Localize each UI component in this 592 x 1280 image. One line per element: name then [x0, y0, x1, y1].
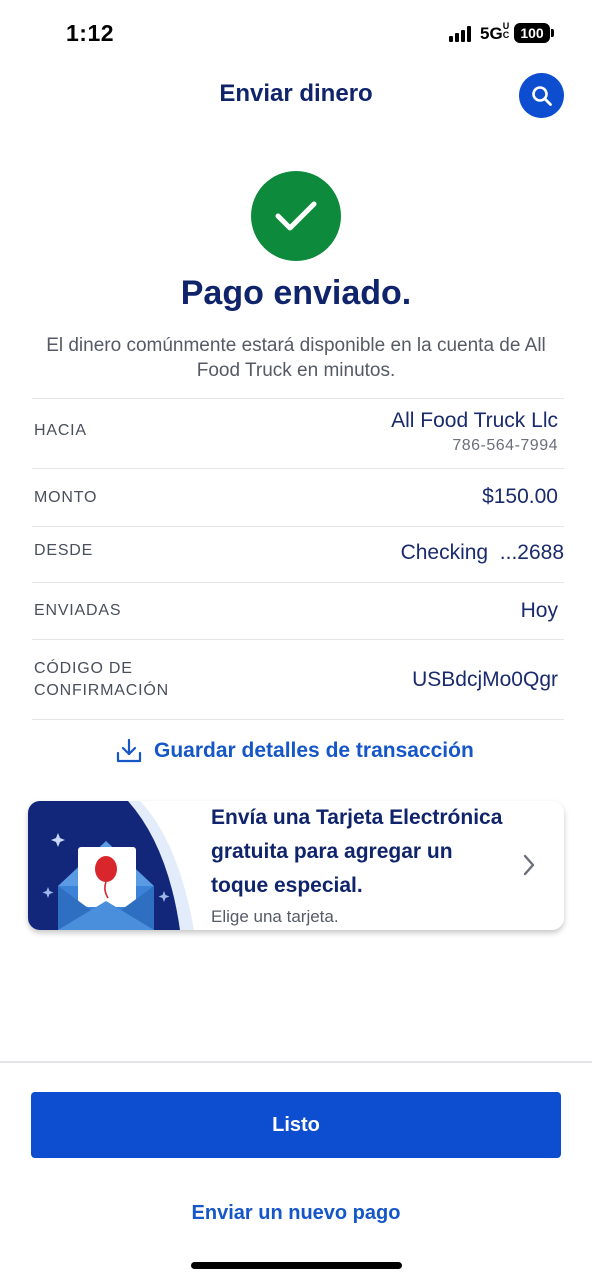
search-button[interactable]	[519, 73, 564, 118]
confirmation-label: CÓDIGO DE CONFIRMACIÓN	[34, 660, 169, 699]
amount-label: MONTO	[34, 489, 98, 506]
footer-divider	[0, 1061, 592, 1063]
status-bar: 1:12 5GUC 100	[0, 0, 592, 66]
detail-row-confirmation: CÓDIGO DE CONFIRMACIÓN USBdcjMo0Qgr	[32, 639, 564, 720]
from-value: Checking ...2688	[400, 541, 564, 564]
amount-value: $150.00	[482, 485, 558, 508]
detail-row-from: DESDE Checking ...2688	[32, 526, 564, 582]
sent-label: ENVIADAS	[34, 602, 122, 619]
new-payment-link[interactable]: Enviar un nuevo pago	[0, 1202, 592, 1225]
download-icon	[116, 738, 142, 763]
detail-row-amount: MONTO $150.00	[32, 468, 564, 526]
network-indicator: 5GUC	[480, 21, 510, 44]
checkmark-icon	[275, 201, 317, 231]
success-message: El dinero comúnmente estará disponible e…	[46, 335, 546, 381]
save-details-link[interactable]: Guardar detalles de transacción	[116, 738, 474, 764]
ecard-promo-subtitle: Elige una tarjeta.	[211, 907, 339, 926]
envelope-balloon-illustration	[28, 801, 194, 930]
to-name: All Food Truck Llc	[391, 409, 558, 432]
status-time: 1:12	[66, 20, 115, 46]
detail-row-sent: ENVIADAS Hoy	[32, 582, 564, 639]
signal-icon	[449, 26, 473, 42]
done-button[interactable]: Listo	[31, 1092, 561, 1158]
detail-row-to: HACIA All Food Truck Llc 786-564-7994	[32, 398, 564, 468]
battery-icon: 100	[514, 23, 550, 43]
home-indicator[interactable]	[191, 1262, 402, 1269]
success-title: Pago enviado.	[180, 274, 412, 312]
from-label: DESDE	[34, 542, 94, 559]
chevron-right-icon	[523, 854, 535, 876]
to-label: HACIA	[34, 422, 87, 439]
sent-value: Hoy	[520, 599, 558, 622]
to-phone: 786-564-7994	[452, 437, 558, 454]
transaction-details: HACIA All Food Truck Llc 786-564-7994 MO…	[32, 398, 564, 720]
success-check-icon	[251, 171, 341, 261]
page-title: Enviar dinero	[219, 80, 373, 107]
ecard-promo-title: Envía una Tarjeta Electrónica gratuita p…	[211, 806, 503, 897]
ecard-promo-card[interactable]: Envía una Tarjeta Electrónica gratuita p…	[28, 801, 564, 930]
save-details-label: Guardar detalles de transacción	[154, 739, 474, 762]
battery-tip	[551, 29, 554, 37]
confirmation-code: USBdcjMo0Qgr	[412, 668, 558, 691]
search-icon	[531, 85, 552, 106]
